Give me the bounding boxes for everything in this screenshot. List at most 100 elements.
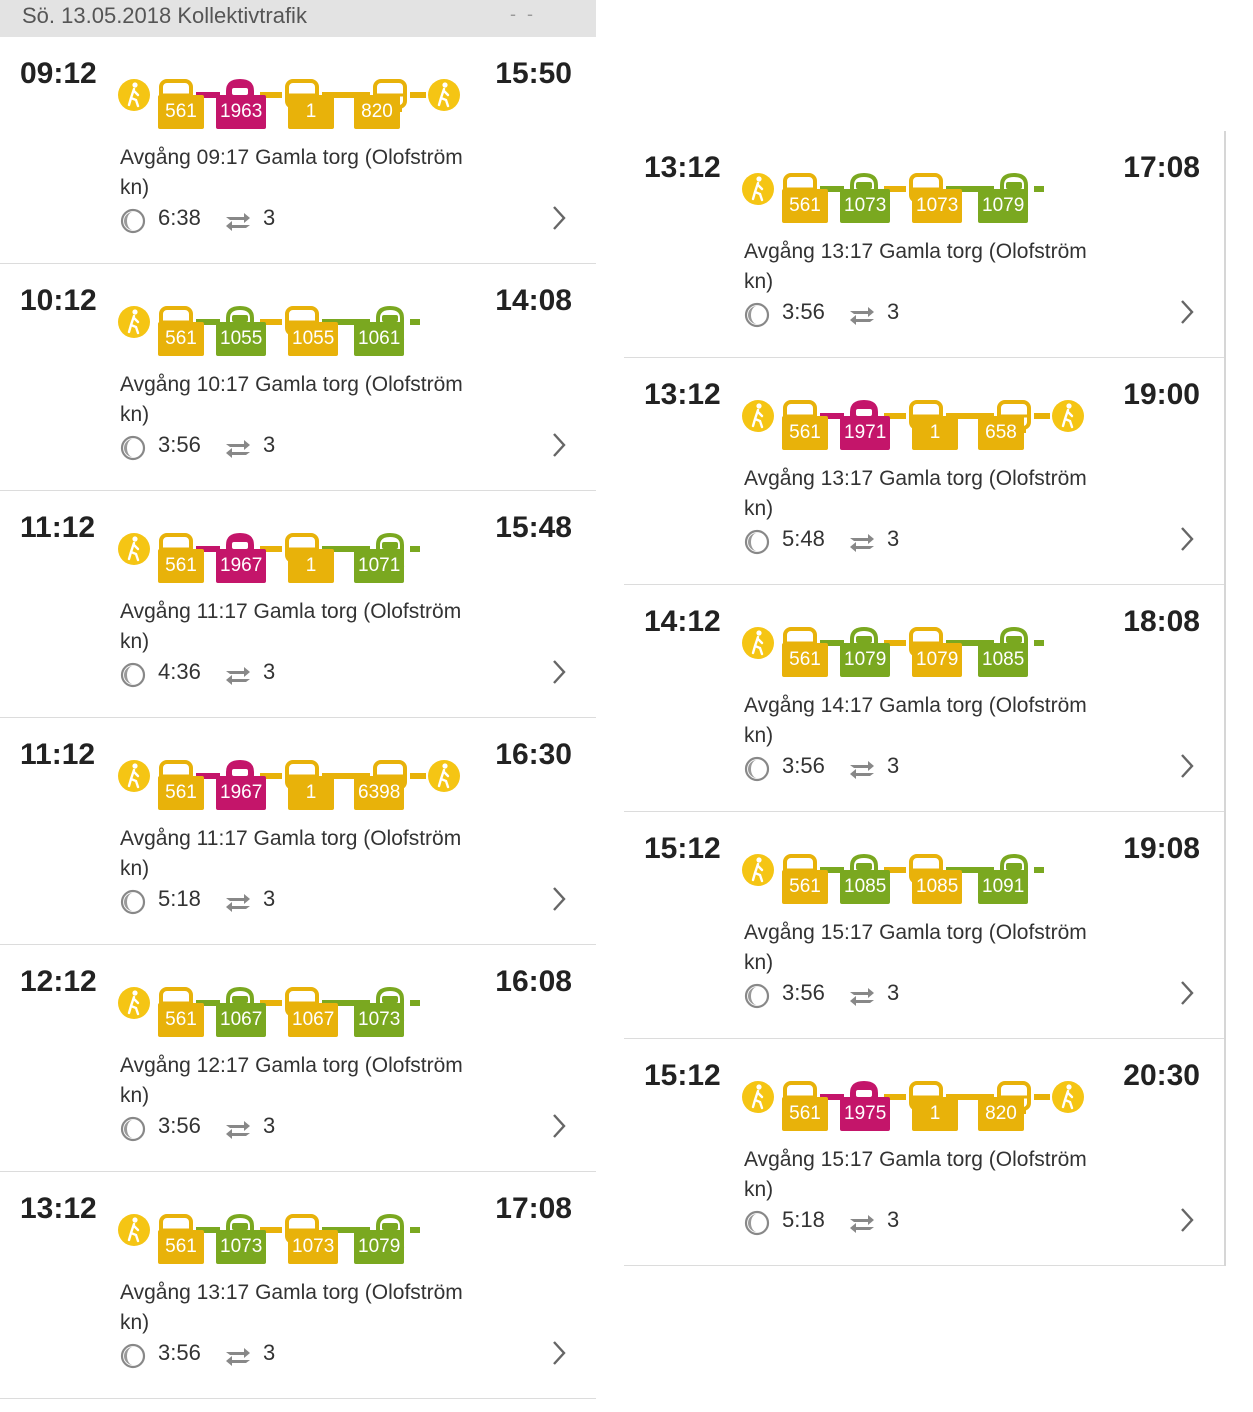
header-marker: - - [510,4,536,24]
trip-duration: 6:38 [158,205,201,230]
line-badge: 1 [912,416,958,450]
walk-icon [742,1081,774,1113]
trip-card[interactable]: 11:12 15:48 561 1967 1 1071 Avgång 11:17 Gamla… [0,491,596,718]
line-badge: 561 [158,1003,204,1037]
walk-icon [742,173,774,205]
trip-duration: 3:56 [782,980,825,1005]
trip-duration: 5:18 [782,1207,825,1232]
date-header: Sö. 13.05.2018 Kollektivtrafik - - [0,0,596,37]
walk-icon [118,760,150,792]
trip-card[interactable]: 15:12 19:08 561 1085 1085 1091 Avgång 15:17 Ga… [624,812,1224,1039]
chevron-right-icon[interactable] [1180,1207,1194,1233]
chevron-right-icon[interactable] [552,659,566,685]
trip-duration: 3:56 [782,299,825,324]
line-badge: 1967 [216,549,267,583]
transfer-icon [850,988,874,1006]
trip-list-left: 09:12 15:50 561 1963 1 820 Avgång 09:17 Gamla … [0,37,596,1399]
line-badge: 1 [288,549,334,583]
line-badge: 1967 [216,776,267,810]
line-badge: 1 [288,776,334,810]
arrival-time: 18:08 [1123,605,1200,638]
departure-description: Avgång 15:17 Gamla torg (Olofström kn) [744,921,1087,974]
arrival-time: 20:30 [1123,1059,1200,1092]
chevron-right-icon[interactable] [552,432,566,458]
trip-changes: 3 [887,526,900,551]
clock-icon [120,889,146,915]
line-badge: 561 [782,643,828,677]
line-badge: 1073 [216,1230,267,1264]
line-badge: 1085 [912,870,963,904]
departure-time: 13:12 [20,1192,97,1225]
clock-icon [744,529,770,555]
chevron-right-icon[interactable] [552,886,566,912]
transfer-icon [850,307,874,325]
arrival-time: 14:08 [495,284,572,317]
line-badge: 1067 [288,1003,339,1037]
walk-icon [1052,400,1084,432]
transfer-icon [226,667,250,685]
line-badge: 561 [158,549,204,583]
departure-time: 11:12 [20,511,96,544]
line-badge: 561 [158,95,204,129]
chevron-right-icon[interactable] [1180,526,1194,552]
line-badge: 658 [978,416,1024,450]
arrival-time: 15:50 [495,57,572,90]
trip-changes: 3 [263,886,276,911]
departure-description: Avgång 13:17 Gamla torg (Olofström kn) [744,467,1087,520]
trip-card[interactable]: 14:12 18:08 561 1079 1079 1085 Avgång 14:17 Ga… [624,585,1224,812]
departure-description: Avgång 10:17 Gamla torg (Olofström kn) [120,373,463,426]
transfer-icon [226,440,250,458]
chevron-right-icon[interactable] [1180,753,1194,779]
trip-card[interactable]: 13:12 19:00 561 1971 1 658 Avgång 13:17 Gamla … [624,358,1224,585]
trip-card[interactable]: 11:12 16:30 561 1967 1 6398 Avgång 11:17 Gamla… [0,718,596,945]
chevron-right-icon[interactable] [552,1113,566,1139]
line-badge: 1079 [978,189,1029,223]
line-badge: 1079 [354,1230,405,1264]
trip-list-right: 13:12 17:08 561 1073 1073 1079 Avgång 13:17 Ga… [624,131,1226,1266]
trip-card[interactable]: 12:12 16:08 561 1067 1067 1073 Avgång 12:17 Ga… [0,945,596,1172]
trip-card[interactable]: 10:12 14:08 561 1055 1055 1061 Avgång 10:17 Ga… [0,264,596,491]
transfer-icon [850,761,874,779]
line-badge: 820 [354,95,400,129]
trip-card[interactable]: 15:12 20:30 561 1975 1 820 Avgång 15:17 Gamla … [624,1039,1224,1266]
line-badge: 1073 [288,1230,339,1264]
trip-changes: 3 [263,1113,276,1138]
line-badge: 1 [912,1097,958,1131]
walk-icon [118,306,150,338]
line-badge: 6398 [354,776,405,810]
walk-icon [428,79,460,111]
walk-icon [742,627,774,659]
chevron-right-icon[interactable] [552,1340,566,1366]
departure-time: 13:12 [644,378,721,411]
trip-duration: 5:48 [782,526,825,551]
walk-icon [118,79,150,111]
line-badge: 561 [782,1097,828,1131]
departure-time: 15:12 [644,832,721,865]
departure-time: 15:12 [644,1059,721,1092]
clock-icon [120,435,146,461]
departure-description: Avgång 13:17 Gamla torg (Olofström kn) [120,1281,463,1334]
arrival-time: 19:00 [1123,378,1200,411]
departure-description: Avgång 11:17 Gamla torg (Olofström kn) [120,600,462,653]
line-badge: 1073 [354,1003,405,1037]
departure-time: 10:12 [20,284,97,317]
walk-icon [118,987,150,1019]
clock-icon [120,1116,146,1142]
arrival-time: 17:08 [1123,151,1200,184]
chevron-right-icon[interactable] [552,205,566,231]
trip-card[interactable]: 09:12 15:50 561 1963 1 820 Avgång 09:17 Gamla … [0,37,596,264]
line-badge: 1071 [354,549,405,583]
line-badge: 1055 [216,322,267,356]
trip-card[interactable]: 13:12 17:08 561 1073 1073 1079 Avgång 13:17 Ga… [0,1172,596,1399]
clock-icon [120,662,146,688]
line-badge: 1085 [978,643,1029,677]
trip-duration: 3:56 [158,432,201,457]
chevron-right-icon[interactable] [1180,980,1194,1006]
walk-icon [428,760,460,792]
departure-time: 09:12 [20,57,97,90]
chevron-right-icon[interactable] [1180,299,1194,325]
departure-description: Avgång 11:17 Gamla torg (Olofström kn) [120,827,462,880]
walk-icon [742,400,774,432]
trip-card[interactable]: 13:12 17:08 561 1073 1073 1079 Avgång 13:17 Ga… [624,131,1224,358]
arrival-time: 16:08 [495,965,572,998]
